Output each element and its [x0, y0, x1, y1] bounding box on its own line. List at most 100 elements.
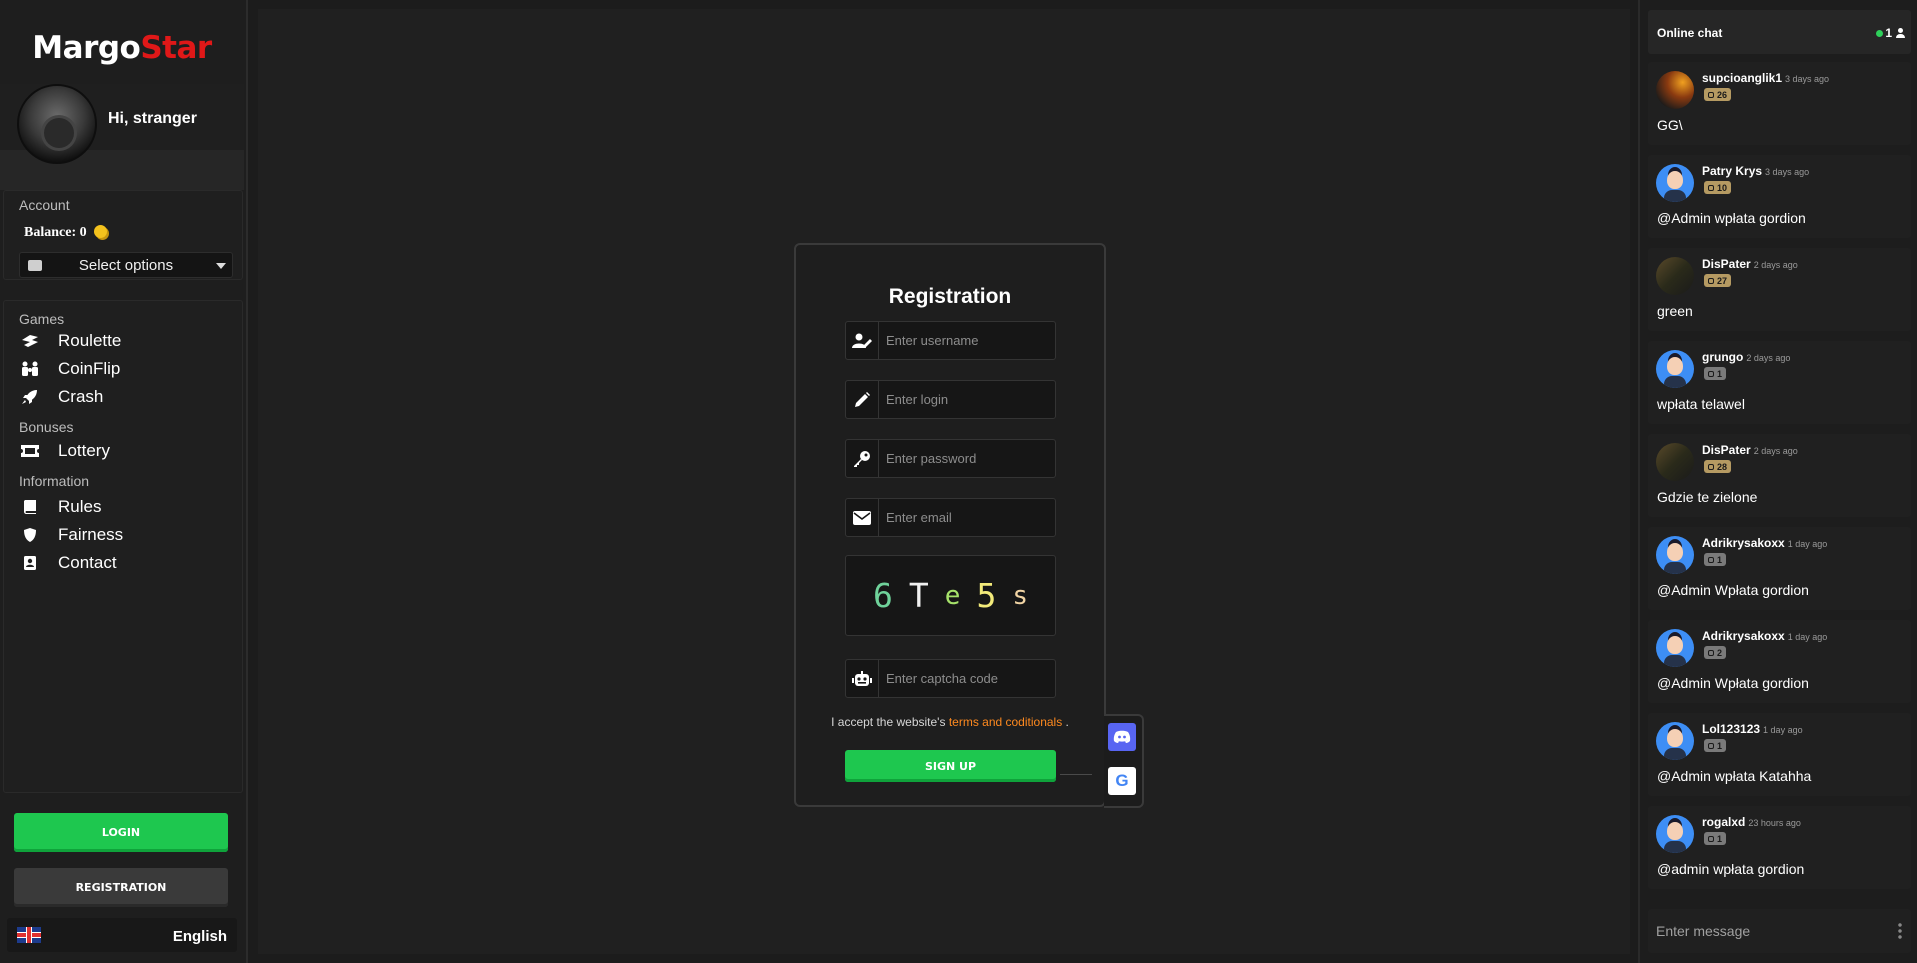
- games-heading: Games: [19, 311, 65, 327]
- message-username[interactable]: Patry Krys 3 days ago: [1702, 164, 1809, 178]
- message-avatar[interactable]: [1656, 71, 1694, 109]
- message-avatar[interactable]: [1656, 629, 1694, 667]
- message-username[interactable]: DisPater 2 days ago: [1702, 443, 1798, 457]
- chat-header: Online chat 1: [1648, 10, 1911, 54]
- rocket-icon: [19, 389, 41, 405]
- chat-message: grungo 2 days ago 1 wpłata telawel: [1648, 341, 1911, 424]
- chat-message: Adrikrysakoxx 1 day ago 1 @Admin Wpłata g…: [1648, 527, 1911, 610]
- nav-item-fairness[interactable]: Fairness: [19, 523, 229, 547]
- message-time: 3 days ago: [1785, 74, 1830, 84]
- message-time: 3 days ago: [1765, 167, 1810, 177]
- message-username[interactable]: grungo 2 days ago: [1702, 350, 1790, 364]
- caret-down-icon: [216, 263, 226, 269]
- chat-message: Adrikrysakoxx 1 day ago 2 @Admin Wpłata g…: [1648, 620, 1911, 703]
- message-username[interactable]: Lol123123 1 day ago: [1702, 722, 1803, 736]
- level-badge: 27: [1704, 274, 1732, 287]
- captcha-image: 6 T e 5 s: [845, 555, 1056, 636]
- message-avatar[interactable]: [1656, 815, 1694, 853]
- chat-panel: Online chat 1 supcioanglik1 3 days ago 26…: [1638, 0, 1917, 963]
- message-avatar[interactable]: [1656, 443, 1694, 481]
- message-text: @Admin wpłata Katahha: [1657, 768, 1812, 784]
- level-icon: [1708, 742, 1714, 749]
- online-dot-icon: [1876, 29, 1884, 37]
- wallet-select[interactable]: Select options: [19, 252, 233, 278]
- nav-item-roulette[interactable]: Roulette: [19, 329, 229, 353]
- message-avatar[interactable]: [1656, 164, 1694, 202]
- bonuses-heading: Bonuses: [19, 419, 74, 435]
- message-time: 2 days ago: [1753, 446, 1798, 456]
- message-time: 2 days ago: [1753, 260, 1798, 270]
- shield-icon: [19, 527, 41, 543]
- level-badge: 26: [1704, 88, 1732, 101]
- username-input[interactable]: [880, 322, 1055, 359]
- google-login-button[interactable]: G: [1108, 767, 1136, 795]
- balance-display: Balance: 0: [24, 225, 108, 241]
- book-icon: [19, 499, 41, 515]
- user-edit-icon: [846, 322, 879, 359]
- balance-value: 0: [79, 225, 87, 240]
- chat-input-bar: [1648, 909, 1911, 953]
- select-label: Select options: [78, 257, 174, 274]
- more-options-icon[interactable]: [1898, 922, 1902, 940]
- message-avatar[interactable]: [1656, 536, 1694, 574]
- robot-icon: [846, 660, 879, 697]
- sidebar: MargoStar Hi, stranger Account Balance: …: [0, 0, 248, 963]
- password-field: [845, 439, 1056, 478]
- level-icon: [1708, 463, 1714, 470]
- chat-title: Online chat: [1657, 26, 1723, 40]
- site-logo[interactable]: MargoStar: [0, 30, 244, 66]
- message-username[interactable]: DisPater 2 days ago: [1702, 257, 1798, 271]
- level-icon: [1708, 91, 1714, 98]
- message-username[interactable]: supcioanglik1 3 days ago: [1702, 71, 1829, 85]
- level-badge: 1: [1704, 832, 1727, 845]
- level-badge: 1: [1704, 739, 1727, 752]
- message-avatar[interactable]: [1656, 257, 1694, 295]
- login-button[interactable]: LOGIN: [14, 813, 228, 852]
- password-input[interactable]: [880, 440, 1055, 477]
- message-text: Gdzie te zielone: [1657, 489, 1758, 505]
- login-input[interactable]: [880, 381, 1055, 418]
- chat-message: DisPater 2 days ago 28 Gdzie te zielone: [1648, 434, 1911, 517]
- envelope-icon: [846, 499, 879, 536]
- level-icon: [1708, 370, 1714, 377]
- coins-icon: [94, 225, 108, 238]
- nav-item-lottery[interactable]: Lottery: [19, 439, 229, 463]
- terms-link[interactable]: terms and coditionals: [949, 715, 1062, 729]
- nav-item-coinflip[interactable]: CoinFlip: [19, 357, 229, 381]
- message-time: 1 day ago: [1787, 632, 1828, 642]
- social-login-panel: G: [1060, 714, 1144, 808]
- chat-message: supcioanglik1 3 days ago 26 GG\: [1648, 62, 1911, 145]
- roulette-icon: [19, 333, 41, 349]
- message-username[interactable]: Adrikrysakoxx 1 day ago: [1702, 629, 1827, 643]
- ticket-icon: [19, 443, 41, 459]
- message-text: wpłata telawel: [1657, 396, 1745, 412]
- chat-message-input[interactable]: [1656, 909, 1876, 953]
- uk-flag-icon: [17, 927, 41, 943]
- nav-menu: Games Roulette CoinFlip Crash Bonuses Lo…: [3, 300, 243, 793]
- email-field: [845, 498, 1056, 537]
- message-avatar[interactable]: [1656, 722, 1694, 760]
- message-text: @Admin Wpłata gordion: [1657, 582, 1809, 598]
- pencil-icon: [846, 381, 879, 418]
- language-selector[interactable]: English: [7, 918, 237, 952]
- message-username[interactable]: rogalxd 23 hours ago: [1702, 815, 1801, 829]
- level-icon: [1708, 835, 1714, 842]
- level-badge: 2: [1704, 646, 1727, 659]
- message-avatar[interactable]: [1656, 350, 1694, 388]
- captcha-input[interactable]: [880, 660, 1055, 697]
- email-input[interactable]: [880, 499, 1055, 536]
- nav-item-crash[interactable]: Crash: [19, 385, 229, 409]
- nav-item-rules[interactable]: Rules: [19, 495, 229, 519]
- message-username[interactable]: Adrikrysakoxx 1 day ago: [1702, 536, 1827, 550]
- nav-item-contact[interactable]: Contact: [19, 551, 229, 575]
- registration-form: Registration 6 T: [794, 243, 1106, 807]
- chat-message: DisPater 2 days ago 27 green: [1648, 248, 1911, 331]
- chat-message: Lol123123 1 day ago 1 @Admin wpłata Katah…: [1648, 713, 1911, 796]
- information-heading: Information: [19, 473, 90, 489]
- signup-button[interactable]: SIGN UP: [845, 750, 1056, 782]
- message-time: 1 day ago: [1787, 539, 1828, 549]
- discord-login-button[interactable]: [1108, 723, 1136, 751]
- registration-button[interactable]: REGISTRATION: [14, 868, 228, 907]
- language-label: English: [172, 928, 227, 945]
- account-label: Account: [19, 197, 70, 213]
